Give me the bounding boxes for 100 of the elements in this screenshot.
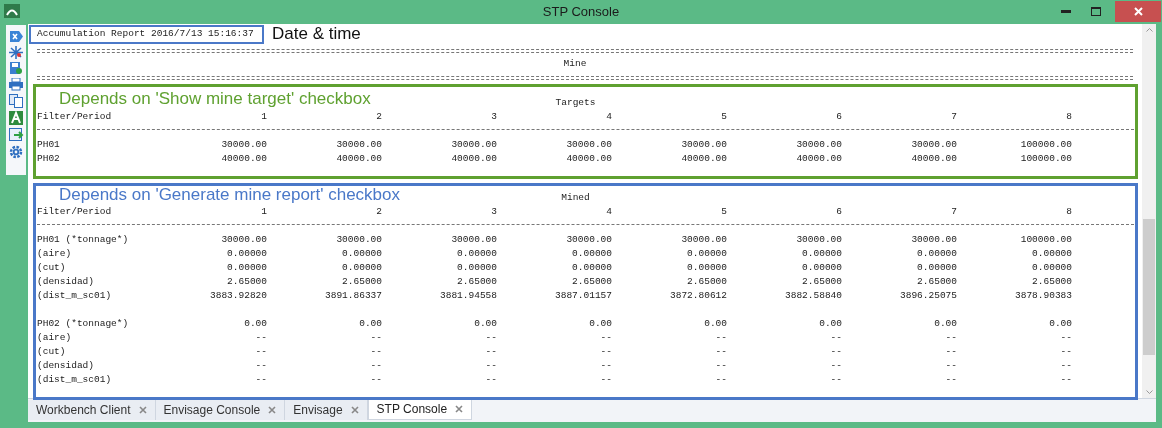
- table-cell-text: 0.00000: [226, 247, 267, 261]
- table-cell-text: 30000.00: [450, 138, 497, 152]
- table-cell-text: (dist_m_sc01): [37, 289, 113, 303]
- copy-icon[interactable]: [9, 94, 23, 108]
- save-icon[interactable]: [9, 62, 23, 75]
- table-cell-text: --: [369, 373, 382, 387]
- table-cell-text: 0.00000: [226, 261, 267, 275]
- scroll-thumb[interactable]: [1143, 219, 1155, 355]
- table-cell-text: 0.00000: [571, 247, 612, 261]
- table-cell-text: --: [484, 331, 497, 345]
- table-cell-text: --: [1059, 345, 1072, 359]
- column-header: 4: [605, 110, 612, 124]
- table-cell-text: 0.00000: [456, 247, 497, 261]
- table-cell-text: PH01 (*tonnage*): [37, 233, 130, 247]
- close-tab-icon[interactable]: [268, 406, 277, 414]
- print-icon[interactable]: [9, 78, 23, 91]
- table-cell-text: (aire): [37, 331, 73, 345]
- table-cell-text: 0.00: [703, 317, 727, 331]
- table-cell-text: 30000.00: [565, 233, 612, 247]
- table-cell-text: 0.00000: [686, 247, 727, 261]
- close-tab-icon[interactable]: [138, 406, 147, 414]
- maximize-icon[interactable]: [1091, 6, 1101, 16]
- table-cell-text: 0.00: [588, 317, 612, 331]
- table-cell-text: 0.00: [473, 317, 497, 331]
- table-cell-text: --: [829, 373, 842, 387]
- table-cell-text: 2.65000: [571, 275, 612, 289]
- table-cell-text: 3881.94558: [439, 289, 497, 303]
- table-cell-text: 0.00000: [1031, 247, 1072, 261]
- table-cell-text: 0.00: [1048, 317, 1072, 331]
- table-cell-text: --: [599, 359, 612, 373]
- table-cell-text: 0.00: [243, 317, 267, 331]
- table-cell-text: 0.00000: [916, 247, 957, 261]
- table-cell-text: (aire): [37, 247, 73, 261]
- table-cell-text: --: [944, 359, 957, 373]
- table-cell-text: --: [944, 345, 957, 359]
- column-header: Filter/Period: [37, 205, 113, 219]
- scroll-up-icon[interactable]: [1145, 28, 1153, 32]
- tab[interactable]: Workbench Client: [28, 400, 156, 420]
- table-cell-text: --: [369, 331, 382, 345]
- table-cell-text: 40000.00: [335, 152, 382, 166]
- table-cell-text: 30000.00: [450, 233, 497, 247]
- table-cell-text: --: [1059, 331, 1072, 345]
- table-cell-text: 30000.00: [220, 233, 267, 247]
- scrollbar[interactable]: [1142, 24, 1156, 398]
- table-cell-text: 100000.00: [1019, 233, 1072, 247]
- report-header: Accumulation Report 2016/7/13 15:16:37: [37, 26, 254, 41]
- table-cell-text: --: [369, 345, 382, 359]
- table-cell-text: --: [829, 359, 842, 373]
- table-cell-text: --: [254, 331, 267, 345]
- table-cell-text: PH02: [37, 152, 61, 166]
- table-cell-text: (dist_m_sc01): [37, 373, 113, 387]
- table-cell-text: --: [714, 373, 727, 387]
- table-cell-text: --: [599, 345, 612, 359]
- table-cell-text: 30000.00: [795, 233, 842, 247]
- table-cell-text: --: [714, 331, 727, 345]
- close-tab-icon[interactable]: [455, 404, 464, 413]
- export-icon[interactable]: [8, 128, 24, 142]
- font-icon[interactable]: [9, 111, 23, 125]
- table-cell-text: --: [369, 359, 382, 373]
- annotation-label: Depends on 'Show mine target' checkbox: [59, 89, 371, 109]
- column-header: 5: [720, 110, 727, 124]
- minimize-icon[interactable]: [1061, 9, 1071, 13]
- sparkle-icon[interactable]: [9, 46, 23, 59]
- window-title: STP Console: [542, 3, 620, 22]
- table-cell-text: (densidad): [37, 359, 95, 373]
- table-cell-text: 2.65000: [916, 275, 957, 289]
- scroll-down-icon[interactable]: [1145, 390, 1153, 394]
- column-header: 3: [490, 205, 497, 219]
- settings-icon[interactable]: [9, 145, 23, 159]
- table-cell-text: 30000.00: [565, 138, 612, 152]
- table-cell-text: 0.00000: [801, 247, 842, 261]
- close-tab-icon[interactable]: [350, 406, 359, 414]
- table-cell-text: (cut): [37, 261, 67, 275]
- table-cell-text: 100000.00: [1019, 152, 1072, 166]
- table-cell-text: --: [1059, 359, 1072, 373]
- app-logo-icon: [4, 4, 20, 18]
- table-cell-text: 0.00: [818, 317, 842, 331]
- table-cell-text: --: [714, 359, 727, 373]
- table-cell-text: 40000.00: [795, 152, 842, 166]
- table-cell-text: 2.65000: [686, 275, 727, 289]
- annotation-label: Depends on 'Generate mine report' checkbox: [59, 185, 401, 205]
- table-cell-text: 2.65000: [801, 275, 842, 289]
- column-header: 8: [1065, 110, 1072, 124]
- table-cell-text: --: [599, 373, 612, 387]
- table-cell-text: 30000.00: [680, 138, 727, 152]
- table-cell-text: --: [484, 373, 497, 387]
- column-header: 3: [490, 110, 497, 124]
- column-header: 4: [605, 205, 612, 219]
- tab[interactable]: Envisage: [285, 400, 368, 420]
- tab[interactable]: Envisage Console: [155, 400, 286, 420]
- table-cell-text: 2.65000: [226, 275, 267, 289]
- close-icon: [1133, 6, 1143, 16]
- table-cell-text: 40000.00: [680, 152, 727, 166]
- table-cell-text: 0.00: [933, 317, 957, 331]
- table-cell-text: 2.65000: [341, 275, 382, 289]
- table-cell-text: --: [484, 345, 497, 359]
- table-cell-text: 0.00: [358, 317, 382, 331]
- tag-x-icon[interactable]: [8, 30, 24, 43]
- close-button[interactable]: [1115, 0, 1161, 22]
- table-title: Targets: [555, 97, 596, 108]
